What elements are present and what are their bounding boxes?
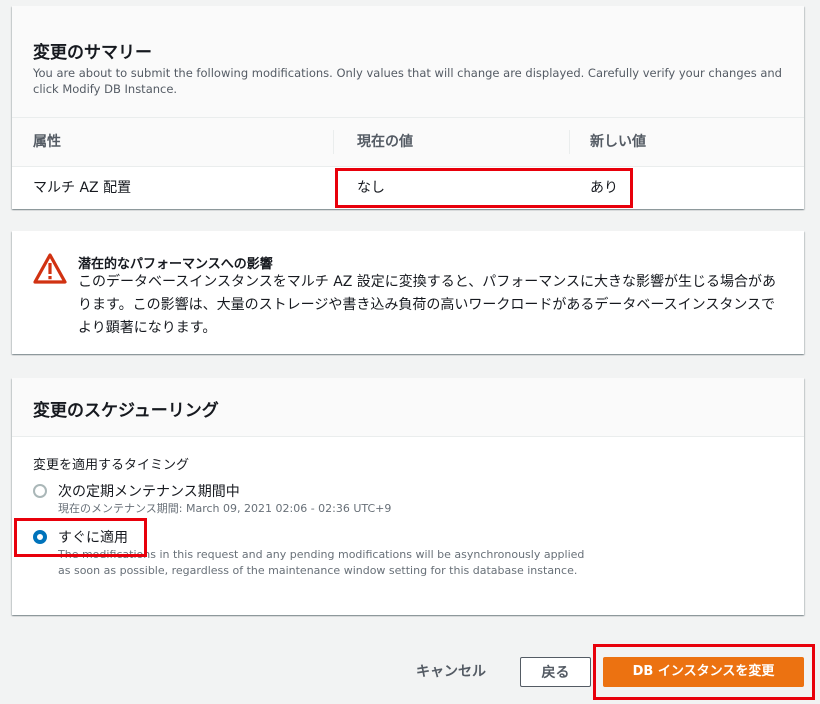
timing-label: 変更を適用するタイミング: [33, 458, 190, 473]
column-divider: [569, 130, 570, 154]
warning-body: このデータベースインスタンスをマルチ AZ 設定に変換すると、パフォーマンスに大…: [78, 274, 776, 336]
cancel-button[interactable]: キャンセル: [404, 656, 498, 688]
warning-panel: 潜在的なパフォーマンスへの影響 このデータベースインスタンスをマルチ AZ 設定…: [12, 231, 804, 354]
column-header-attribute: 属性: [33, 134, 61, 150]
option-label-next-maintenance[interactable]: 次の定期メンテナンス期間中: [58, 481, 240, 501]
column-header-new-value: 新しい値: [590, 134, 646, 150]
highlight-value-change: [335, 168, 633, 208]
highlight-apply-immediately: [14, 518, 147, 557]
scheduling-header: 変更のスケジューリング: [12, 378, 804, 437]
table-header: 属性 現在の値 新しい値: [12, 118, 804, 167]
scheduling-title: 変更のスケジューリング: [33, 401, 219, 421]
back-button[interactable]: 戻る: [520, 657, 591, 687]
column-header-current-value: 現在の値: [357, 134, 413, 150]
warning-title: 潜在的なパフォーマンスへの影響: [78, 257, 273, 272]
highlight-submit-button: [593, 644, 815, 700]
summary-title: 変更のサマリー: [33, 43, 152, 63]
scheduling-panel: 変更のスケジューリング 変更を適用するタイミング 次の定期メンテナンス期間中 現…: [12, 378, 804, 615]
summary-header: 変更のサマリー You are about to submit the foll…: [12, 6, 804, 118]
warning-triangle-icon: [33, 253, 67, 284]
column-divider: [333, 130, 334, 154]
radio-next-maintenance[interactable]: [33, 484, 47, 498]
option-description-next-maintenance: 現在のメンテナンス期間: March 09, 2021 02:06 - 02:3…: [58, 502, 392, 515]
summary-description: You are about to submit the following mo…: [33, 66, 782, 96]
row-attribute: マルチ AZ 配置: [33, 180, 132, 196]
